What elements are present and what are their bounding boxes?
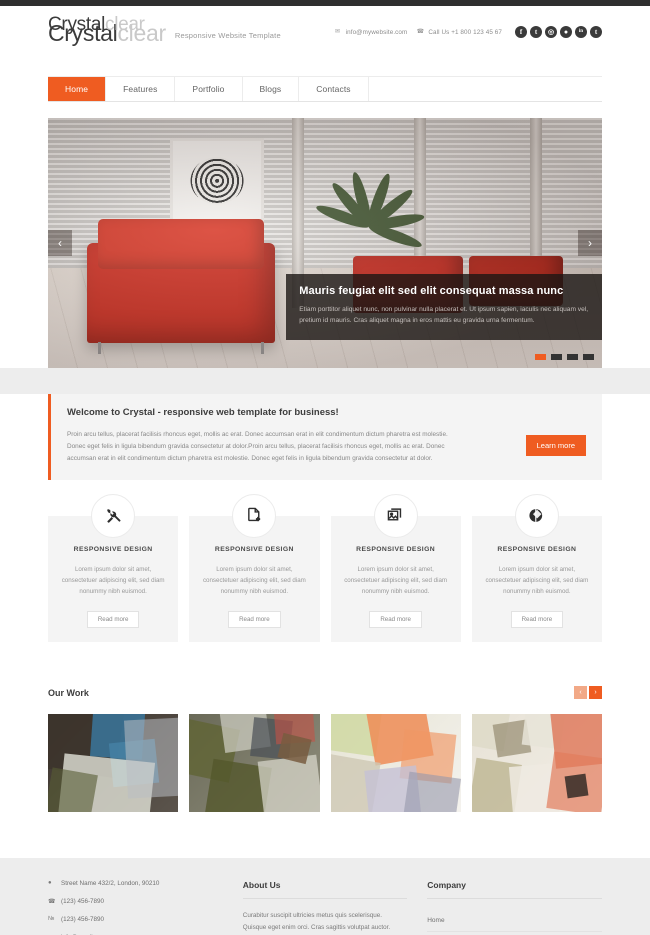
flickr-icon[interactable]: ● bbox=[560, 26, 572, 38]
footer-fax: № (123) 456-7890 bbox=[48, 916, 223, 923]
service-text-2: Lorem ipsum dolor sit amet, consectetuer… bbox=[202, 565, 306, 595]
main-nav-wrap: Home Features Portfolio Blogs Contacts bbox=[0, 76, 650, 102]
our-work-title: Our Work bbox=[48, 687, 89, 698]
logo-tagline: Responsive Website Template bbox=[174, 31, 281, 40]
service-card-2: RESPONSIVE DESIGN Lorem ipsum dolor sit … bbox=[189, 493, 320, 642]
document-add-icon bbox=[232, 493, 277, 538]
nav-item-features[interactable]: Features bbox=[106, 77, 176, 101]
footer-contact-column: Crystal clear ● Street Name 432/2, London… bbox=[48, 14, 223, 935]
nav-item-contacts[interactable]: Contacts bbox=[299, 77, 369, 101]
phone-icon: ☎ bbox=[416, 29, 425, 35]
slider-dot-4[interactable] bbox=[583, 354, 594, 360]
footer-company-column: Company Home About Portfolio Blog Servic… bbox=[427, 880, 602, 935]
service-text-4: Lorem ipsum dolor sit amet, consectetuer… bbox=[485, 565, 589, 595]
map-pin-icon: ● bbox=[48, 880, 52, 886]
main-content: Welcome to Crystal - responsive web temp… bbox=[0, 394, 650, 858]
dribbble-icon[interactable]: ◎ bbox=[545, 26, 557, 38]
our-work-header: Our Work ‹ › bbox=[48, 686, 602, 699]
footer-logo[interactable]: Crystal clear bbox=[48, 14, 145, 36]
envelope-icon: ✉ bbox=[335, 29, 341, 35]
footer-address: ● Street Name 432/2, London, 90210 bbox=[48, 880, 223, 887]
about-us-heading: About Us bbox=[242, 880, 408, 899]
work-prev-button[interactable]: ‹ bbox=[574, 686, 587, 699]
hero-slider: ‹ › Mauris feugiat elit sed elit consequ… bbox=[48, 118, 602, 368]
linkedin-icon[interactable]: in bbox=[575, 26, 587, 38]
service-card-4: RESPONSIVE DESIGN Lorem ipsum dolor sit … bbox=[471, 493, 602, 642]
welcome-title: Welcome to Crystal - responsive web temp… bbox=[67, 407, 339, 418]
page-root: Crystal clear Responsive Website Template… bbox=[0, 0, 650, 935]
nav-item-portfolio[interactable]: Portfolio bbox=[175, 77, 243, 101]
gallery-icon bbox=[373, 493, 418, 538]
service-read-more-4[interactable]: Read more bbox=[510, 611, 564, 628]
slider-caption-text: Etiam porttitor aliquet nunc, non pulvin… bbox=[299, 305, 589, 325]
phone-icon: ☎ bbox=[48, 899, 56, 905]
welcome-text: Proin arcu tellus, placerat facilisis rh… bbox=[67, 431, 448, 462]
fax-icon: № bbox=[48, 916, 55, 922]
service-title-4: RESPONSIVE DESIGN bbox=[497, 545, 577, 553]
header-email[interactable]: ✉ info@mywebsite.com bbox=[334, 28, 408, 36]
footer-about-column: About Us Curabitur suscipit ultricies me… bbox=[242, 880, 408, 935]
slider-next-button[interactable]: › bbox=[578, 230, 602, 256]
header-email-text: info@mywebsite.com bbox=[345, 28, 408, 36]
portfolio-thumb-3[interactable] bbox=[330, 714, 461, 812]
footer-logo-part-1: Crystal bbox=[48, 14, 106, 35]
our-work-grid bbox=[48, 714, 602, 858]
slider-dot-1[interactable] bbox=[535, 354, 546, 360]
slider-pagination bbox=[535, 354, 594, 360]
tumblr-icon[interactable]: t bbox=[530, 26, 542, 38]
slider-prev-button[interactable]: ‹ bbox=[48, 230, 72, 256]
service-title-1: RESPONSIVE DESIGN bbox=[73, 545, 153, 553]
footer-phone: ☎ (123) 456-7890 bbox=[48, 898, 223, 905]
welcome-panel: Welcome to Crystal - responsive web temp… bbox=[48, 394, 602, 480]
paint-bucket-icon bbox=[514, 493, 559, 538]
our-work-arrows: ‹ › bbox=[574, 686, 602, 699]
site-footer: Crystal clear ● Street Name 432/2, London… bbox=[0, 14, 650, 935]
header-contact-bar: ✉ info@mywebsite.com ☎ Call Us +1 800 12… bbox=[334, 26, 602, 38]
facebook-icon[interactable]: f bbox=[515, 26, 527, 38]
nav-filler bbox=[369, 77, 602, 101]
portfolio-thumb-4[interactable] bbox=[471, 714, 602, 812]
footer-phone-text: (123) 456-7890 bbox=[61, 898, 105, 905]
service-card-1: RESPONSIVE DESIGN Lorem ipsum dolor sit … bbox=[48, 493, 179, 642]
footer-address-text: Street Name 432/2, London, 90210 bbox=[61, 880, 160, 887]
service-title-2: RESPONSIVE DESIGN bbox=[214, 545, 294, 553]
slider-dot-2[interactable] bbox=[551, 354, 562, 360]
twitter-icon[interactable]: t bbox=[590, 26, 602, 38]
company-heading: Company bbox=[427, 880, 602, 899]
nav-item-blogs[interactable]: Blogs bbox=[243, 77, 300, 101]
footer-fax-text: (123) 456-7890 bbox=[61, 916, 105, 923]
main-nav: Home Features Portfolio Blogs Contacts bbox=[48, 76, 602, 102]
slider-caption: Mauris feugiat elit sed elit consequat m… bbox=[286, 273, 602, 340]
service-card-3: RESPONSIVE DESIGN Lorem ipsum dolor sit … bbox=[330, 493, 461, 642]
portfolio-thumb-2[interactable] bbox=[189, 714, 320, 812]
service-read-more-3[interactable]: Read more bbox=[369, 611, 422, 628]
nav-item-home[interactable]: Home bbox=[48, 77, 107, 101]
about-us-text: Curabitur suscipit ultricies metus quis … bbox=[242, 912, 391, 931]
company-link-home[interactable]: Home bbox=[427, 910, 602, 932]
slider-dot-3[interactable] bbox=[567, 354, 578, 360]
learn-more-button[interactable]: Learn more bbox=[525, 435, 586, 456]
header-phone: ☎ Call Us +1 800 123 45 67 bbox=[416, 28, 502, 36]
header-phone-text: Call Us +1 800 123 45 67 bbox=[428, 28, 502, 36]
portfolio-thumb-1[interactable] bbox=[48, 714, 179, 812]
hero-slider-wrap: ‹ › Mauris feugiat elit sed elit consequ… bbox=[0, 102, 650, 368]
service-read-more-2[interactable]: Read more bbox=[228, 611, 281, 628]
service-read-more-1[interactable]: Read more bbox=[86, 611, 140, 628]
services-row: RESPONSIVE DESIGN Lorem ipsum dolor sit … bbox=[48, 493, 602, 642]
tools-icon bbox=[91, 493, 136, 538]
service-text-3: Lorem ipsum dolor sit amet, consectetuer… bbox=[344, 565, 448, 595]
slider-caption-title: Mauris feugiat elit sed elit consequat m… bbox=[299, 284, 564, 297]
service-title-3: RESPONSIVE DESIGN bbox=[356, 545, 436, 553]
footer-logo-part-2: clear bbox=[105, 14, 145, 35]
work-next-button[interactable]: › bbox=[589, 686, 602, 699]
service-text-1: Lorem ipsum dolor sit amet, consectetuer… bbox=[61, 565, 165, 595]
social-links: f t ◎ ● in t bbox=[515, 26, 602, 38]
